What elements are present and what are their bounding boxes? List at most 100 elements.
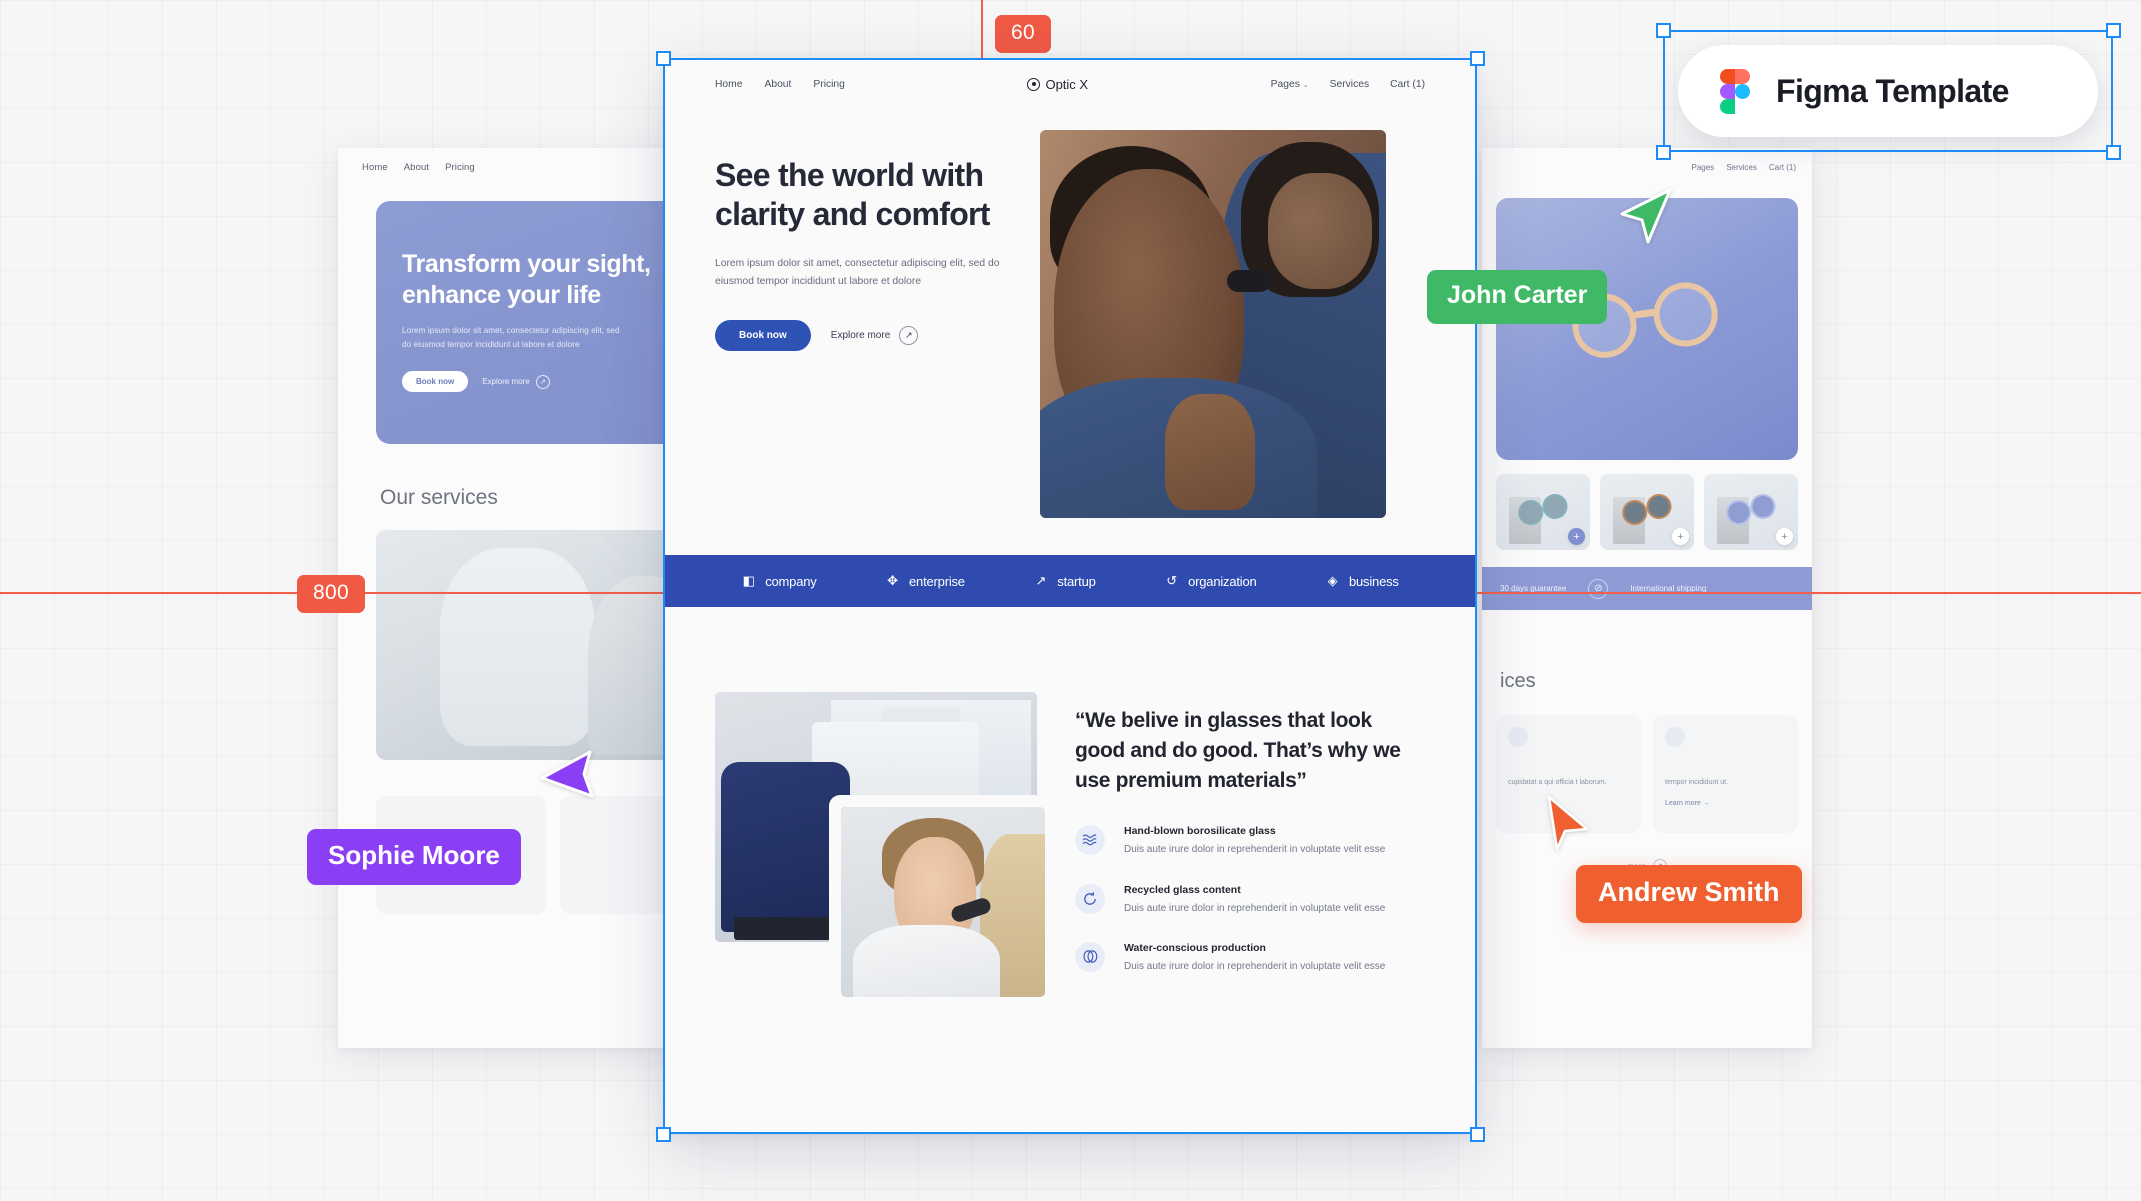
logo-label: business <box>1348 573 1399 589</box>
brand-name: Optic X <box>1045 76 1089 92</box>
quote-heading: “We belive in glasses that look good and… <box>1075 709 1401 792</box>
product-tile[interactable]: + <box>1496 474 1590 550</box>
feature-body: Duis aute irure dolor in reprehenderit i… <box>1124 960 1386 972</box>
hero-body-text: Lorem ipsum dolor sit amet, consectetur … <box>715 258 1000 288</box>
feature-body: Duis aute irure dolor in reprehenderit i… <box>1124 902 1386 914</box>
feature-title: Water-conscious production <box>1124 941 1266 954</box>
left-explore-more-label: Explore more <box>482 377 530 387</box>
badge-handle-top-left[interactable] <box>1656 23 1671 38</box>
right-card-grid: cupidatat a qui officia t laborum. tempo… <box>1496 715 1798 833</box>
nav-link-home[interactable]: Home <box>715 79 742 90</box>
tab-cart[interactable]: Cart (1) <box>1769 163 1796 172</box>
quote-media-group <box>715 692 1045 997</box>
main-frame-navbar: Home About Pricing Optic X Pages ⌄ Servi… <box>665 60 1475 108</box>
list-item[interactable]: cupidatat a qui officia t laborum. <box>1496 715 1641 833</box>
left-explore-more-link[interactable]: Explore more ↗ <box>482 374 550 389</box>
book-now-button[interactable]: Book now <box>715 320 811 352</box>
partner-logo-strip: ◧ company ✥ enterprise ↗ startup ↺ organ… <box>665 555 1475 607</box>
water-drops-icon <box>1075 941 1105 972</box>
nav-link-about[interactable]: About <box>764 79 791 90</box>
product-tile[interactable]: + <box>1600 474 1694 550</box>
plus-icon[interactable]: + <box>1568 528 1585 545</box>
diamond-icon: ◈ <box>1327 573 1338 588</box>
quote-text-group: “We belive in glasses that look good and… <box>1075 692 1425 997</box>
arrow-up-right-icon: ↗ <box>535 374 550 389</box>
cursor-label-andrew: Andrew Smith <box>1576 865 1802 923</box>
tab-pages[interactable]: Pages <box>1692 163 1715 172</box>
feature-body: Duis aute irure dolor in reprehenderit i… <box>1124 844 1386 856</box>
brand-logo[interactable]: Optic X <box>845 77 1271 92</box>
plus-icon[interactable]: + <box>1672 528 1689 545</box>
explore-more-label: Explore more <box>830 330 891 342</box>
sidebar-item-about[interactable]: About <box>404 162 429 173</box>
resize-handle-bottom-right[interactable] <box>1470 1127 1485 1142</box>
list-item: Hand-blown borosilicate glass Duis aute … <box>1075 825 1425 858</box>
cursor-label-sophie: Sophie Moore <box>307 829 521 885</box>
left-book-now-button[interactable]: Book now <box>402 371 469 393</box>
waves-icon <box>1075 825 1105 856</box>
swirl-icon: ↺ <box>1166 573 1177 588</box>
logo-item-business[interactable]: ◈ business <box>1325 573 1399 589</box>
sidebar-item-home[interactable]: Home <box>362 162 388 173</box>
learn-more-label: Learn more <box>1665 799 1701 807</box>
arrow-up-right-icon: ↗ <box>899 326 919 346</box>
main-hero-section: See the world with clarity and comfort L… <box>665 108 1475 518</box>
nav-link-pricing[interactable]: Pricing <box>813 79 844 90</box>
trend-up-icon: ↗ <box>1035 573 1047 588</box>
guide-label-vertical: 60 <box>995 15 1051 53</box>
badge-handle-bottom-right[interactable] <box>2106 145 2121 160</box>
nav-link-cart[interactable]: Cart (1) <box>1390 79 1425 90</box>
right-product-grid: + + + <box>1496 474 1798 550</box>
figma-template-badge[interactable]: Figma Template <box>1678 45 2098 137</box>
left-frame-body: Lorem ipsum dolor sit amet, consectetur … <box>402 325 620 349</box>
plus-icon[interactable]: + <box>1776 528 1793 545</box>
list-item[interactable]: tempor incididunt ut. Learn more → <box>1653 715 1798 833</box>
resize-handle-top-left[interactable] <box>656 51 671 66</box>
logo-item-organization[interactable]: ↺ organization <box>1164 573 1257 589</box>
hero-image <box>1040 130 1386 518</box>
logo-item-startup[interactable]: ↗ startup <box>1033 573 1095 589</box>
guide-label-horizontal: 800 <box>297 575 365 613</box>
right-guarantee-strip: 30 days guarantee ⊘ International shippi… <box>1482 567 1812 610</box>
sidebar-item-pricing[interactable]: Pricing <box>445 162 475 173</box>
cursor-label-john: John Carter <box>1427 270 1608 324</box>
feature-list: Hand-blown borosilicate glass Duis aute … <box>1075 825 1425 975</box>
logo-item-enterprise[interactable]: ✥ enterprise <box>885 573 965 589</box>
logo-label: company <box>765 573 817 589</box>
recycle-refresh-icon <box>1075 883 1105 914</box>
globe-icon: ⊘ <box>1588 578 1609 599</box>
arrow-right-icon: → <box>1702 799 1710 807</box>
list-item: Water-conscious production Duis aute iru… <box>1075 941 1425 975</box>
logo-label: organization <box>1188 573 1257 589</box>
figma-logo-icon <box>1720 69 1750 114</box>
selected-frame-main[interactable]: Home About Pricing Optic X Pages ⌄ Servi… <box>665 60 1475 1132</box>
list-item: Recycled glass content Duis aute irure d… <box>1075 883 1425 917</box>
logo-label: enterprise <box>909 573 965 589</box>
clover-icon: ✥ <box>887 573 898 588</box>
resize-handle-top-right[interactable] <box>1470 51 1485 66</box>
vertical-guide[interactable] <box>981 0 983 60</box>
card-icon <box>1508 727 1528 747</box>
feature-title: Hand-blown borosilicate glass <box>1124 825 1276 838</box>
hero-cta-group: Book now Explore more ↗ <box>715 320 1010 352</box>
nav-link-pages[interactable]: Pages ⌄ <box>1271 79 1309 90</box>
nav-link-pages-label: Pages <box>1270 78 1300 90</box>
resize-handle-bottom-left[interactable] <box>656 1127 671 1142</box>
learn-more-link[interactable]: Learn more → <box>1665 798 1786 810</box>
card-body: cupidatat a qui officia t laborum. <box>1508 779 1607 786</box>
right-services-heading: ices <box>1500 670 1536 692</box>
page-title: See the world with clarity and comfort <box>715 157 990 233</box>
logo-item-company[interactable]: ◧ company <box>741 573 817 589</box>
feature-title: Recycled glass content <box>1124 883 1241 896</box>
eye-logo-icon <box>1027 77 1041 91</box>
doctor-image <box>841 807 1045 997</box>
product-tile[interactable]: + <box>1704 474 1798 550</box>
ophthalmoscope-prop <box>1226 269 1271 292</box>
badge-handle-bottom-left[interactable] <box>1656 145 1671 160</box>
badge-handle-top-right[interactable] <box>2106 23 2121 38</box>
nav-link-services[interactable]: Services <box>1330 79 1369 90</box>
tab-services[interactable]: Services <box>1726 163 1757 172</box>
right-frame-hero-image <box>1496 198 1798 460</box>
figma-template-label: Figma Template <box>1776 72 2009 109</box>
explore-more-link[interactable]: Explore more ↗ <box>830 326 919 346</box>
